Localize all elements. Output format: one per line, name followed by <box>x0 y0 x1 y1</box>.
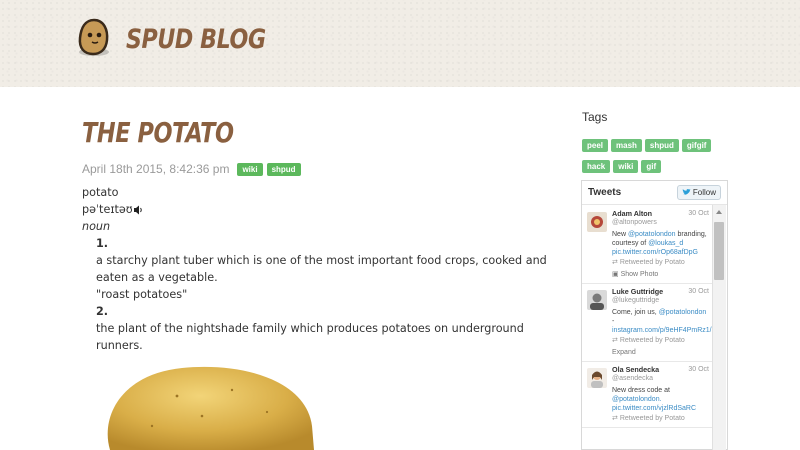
tag-mash[interactable]: mash <box>611 139 642 152</box>
show-photo-link[interactable]: ▣ Show Photo <box>612 270 709 279</box>
show-photo-label: Show Photo <box>620 271 659 278</box>
tweet-text-part: New <box>612 231 628 238</box>
avatar[interactable] <box>587 368 607 388</box>
tag-gifgif[interactable]: gifgif <box>681 139 712 152</box>
sense-number-2: 2. <box>96 305 109 318</box>
tweet-text: Come, join us, @potatolondon - instagram… <box>612 308 712 335</box>
tweet-pic-link[interactable]: pic.twitter.com/rOp68afDpG <box>612 249 698 256</box>
retweeted-by: ⇄ Retweeted by Potato <box>612 337 685 344</box>
tweet-author-handle[interactable]: @asendecka <box>612 374 709 383</box>
avatar[interactable] <box>587 290 607 310</box>
tweet-author-handle[interactable]: @altonpowers <box>612 218 709 227</box>
tweet-date[interactable]: 30 Oct <box>688 365 709 374</box>
tweet-text-part: Come, join us, <box>612 309 659 316</box>
tweets-title[interactable]: Tweets <box>588 187 621 198</box>
part-of-speech: noun <box>82 220 111 233</box>
post-tag-wiki[interactable]: wiki <box>237 162 263 176</box>
post-meta: April 18th 2015, 8:42:36 pm wiki shpud <box>82 162 305 176</box>
tweet-text-part: - <box>612 318 615 325</box>
tweet-item[interactable]: Ola Sendecka 30 Oct @asendecka New dress… <box>582 362 713 428</box>
definition-word: potato <box>82 186 119 199</box>
avatar[interactable] <box>587 212 607 232</box>
definition-block: potato pəˈteɪtəʊ noun 1. a starchy plant… <box>82 184 552 354</box>
potato-logo-icon[interactable] <box>72 16 116 60</box>
tag-shpud[interactable]: shpud <box>644 139 679 152</box>
tweet-mention-link[interactable]: @potatolondon <box>628 231 676 238</box>
follow-label: Follow <box>692 188 716 197</box>
tag-cloud: peel mash shpud gifgif hack wiki gif <box>582 135 722 177</box>
tweets-header: Tweets Follow <box>582 181 727 205</box>
potato-image <box>82 346 314 450</box>
scroll-up-arrow-icon[interactable] <box>716 210 722 214</box>
tag-hack[interactable]: hack <box>582 160 611 173</box>
retweeted-by-text: Retweeted by Potato <box>619 415 685 422</box>
tweet-text: New dress code at @potatolondon. pic.twit… <box>612 386 709 413</box>
tweets-widget: Tweets Follow Adam Alton 30 Oct @altonpo… <box>581 180 728 450</box>
tag-gif[interactable]: gif <box>641 160 662 173</box>
site-title[interactable]: SPUD BLOG <box>126 24 266 55</box>
tags-heading: Tags <box>582 110 608 124</box>
speaker-icon[interactable] <box>133 205 144 215</box>
tweet-pic-link[interactable]: pic.twitter.com/vjzlRdSaRC <box>612 405 696 412</box>
sense-number-1: 1. <box>96 237 109 250</box>
post-title[interactable]: THE POTATO <box>82 116 234 149</box>
post-tag-shpud[interactable]: shpud <box>266 162 301 176</box>
tweet-list: Adam Alton 30 Oct @altonpowers New @pota… <box>582 206 713 428</box>
tweets-scrollbar-thumb[interactable] <box>714 222 724 280</box>
sense-example-1: "roast potatoes" <box>96 288 188 301</box>
retweeted-by-text: Retweeted by Potato <box>619 259 685 266</box>
tweet-item[interactable]: Luke Guttridge 30 Oct @lukeguttridge Com… <box>582 284 713 362</box>
tweet-mention-link[interactable]: @potatolondon <box>659 309 707 316</box>
retweeted-by: ⇄ Retweeted by Potato <box>612 259 685 266</box>
expand-link[interactable]: Expand <box>612 348 709 357</box>
pronunciation-row: pəˈteɪtəʊ <box>82 201 552 218</box>
tweet-instagram-link[interactable]: instagram.com/p/9eHF4PmRz1/ <box>612 327 712 334</box>
tweet-text-part: New dress code at <box>612 387 670 394</box>
tweet-text: New @potatolondon branding, courtesy of … <box>612 230 709 257</box>
tag-peel[interactable]: peel <box>582 139 609 152</box>
sense-text-1: a starchy plant tuber which is one of th… <box>96 254 547 284</box>
tweet-date[interactable]: 30 Oct <box>688 287 709 296</box>
tag-wiki[interactable]: wiki <box>613 160 639 173</box>
pronunciation-text: pəˈteɪtəʊ <box>82 203 133 216</box>
tweet-author-handle[interactable]: @lukeguttridge <box>612 296 709 305</box>
site-header: SPUD BLOG <box>0 0 800 87</box>
tweet-item[interactable]: Adam Alton 30 Oct @altonpowers New @pota… <box>582 206 713 284</box>
retweeted-by-text: Retweeted by Potato <box>619 337 685 344</box>
tweet-mention-link[interactable]: @potatolondon. <box>612 396 662 403</box>
tweet-date[interactable]: 30 Oct <box>688 209 709 218</box>
retweeted-by: ⇄ Retweeted by Potato <box>612 415 685 422</box>
post-date: April 18th 2015, 8:42:36 pm <box>82 162 230 176</box>
tweet-mention-link[interactable]: @loukas_d <box>648 240 683 247</box>
twitter-bird-icon <box>682 189 691 195</box>
follow-button[interactable]: Follow <box>676 185 721 200</box>
